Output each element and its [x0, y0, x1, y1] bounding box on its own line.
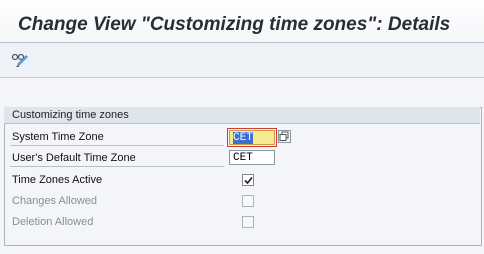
changes-allowed-label: Changes Allowed	[12, 195, 98, 207]
system-time-zone-field[interactable]: CET	[227, 128, 277, 147]
group-title: Customizing time zones	[12, 109, 129, 121]
value-help-icon	[279, 131, 289, 141]
display-change-icon[interactable]	[10, 50, 32, 68]
system-time-zone-value: CET	[233, 132, 253, 144]
users-default-time-zone-field[interactable]: CET	[229, 150, 275, 165]
application-toolbar	[0, 43, 484, 77]
time-zones-active-label: Time Zones Active	[12, 174, 103, 186]
time-zones-active-checkbox[interactable]	[242, 174, 254, 186]
value-help-button[interactable]	[278, 130, 291, 143]
label-underline	[10, 166, 224, 167]
changes-allowed-checkbox	[242, 195, 254, 207]
checkmark-icon	[244, 176, 253, 185]
users-default-time-zone-label: User's Default Time Zone	[12, 152, 136, 164]
label-underline	[10, 145, 224, 146]
deletion-allowed-label: Deletion Allowed	[12, 216, 94, 228]
page-title: Change View "Customizing time zones": De…	[18, 14, 451, 35]
system-time-zone-label: System Time Zone	[12, 131, 104, 143]
deletion-allowed-checkbox	[242, 216, 254, 228]
